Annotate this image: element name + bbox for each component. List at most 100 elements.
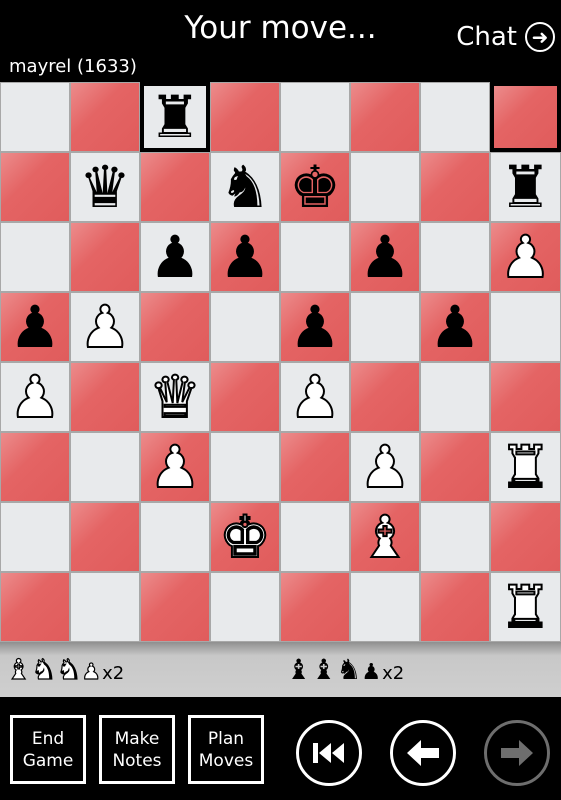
square-h4[interactable] xyxy=(490,362,561,432)
square-d1[interactable] xyxy=(210,572,280,642)
square-c4[interactable]: ♛ xyxy=(140,362,210,432)
rewind-to-start-icon xyxy=(313,743,344,763)
white-queen-icon[interactable]: ♛ xyxy=(148,367,202,427)
chess-board[interactable]: ♜ ♛ ♞ ♚ ♜ ♟ ♟ ♟ ♟ ♟ ♟ ♟ ♟ ♟ ♛ ♟ ♟ ♟ ♜ ♚ ♝ ♜ xyxy=(0,82,561,642)
square-f6[interactable]: ♟ xyxy=(350,222,420,292)
square-h3[interactable]: ♜ xyxy=(490,432,561,502)
white-pawn-icon[interactable]: ♟ xyxy=(358,437,412,497)
square-a1[interactable] xyxy=(0,572,70,642)
square-b6[interactable] xyxy=(70,222,140,292)
square-h8[interactable] xyxy=(490,82,561,152)
square-a8[interactable] xyxy=(0,82,70,152)
square-a2[interactable] xyxy=(0,502,70,572)
square-f2[interactable]: ♝ xyxy=(350,502,420,572)
white-pawn-icon[interactable]: ♟ xyxy=(148,437,202,497)
black-pawn-icon[interactable]: ♟ xyxy=(149,228,201,286)
square-e5[interactable]: ♟ xyxy=(280,292,350,362)
square-g6[interactable] xyxy=(420,222,490,292)
square-e1[interactable] xyxy=(280,572,350,642)
square-g8[interactable] xyxy=(420,82,490,152)
square-f8[interactable] xyxy=(350,82,420,152)
square-a7[interactable] xyxy=(0,152,70,222)
square-e6[interactable] xyxy=(280,222,350,292)
square-d8[interactable] xyxy=(210,82,280,152)
square-h6[interactable]: ♟ xyxy=(490,222,561,292)
square-b4[interactable] xyxy=(70,362,140,432)
square-f1[interactable] xyxy=(350,572,420,642)
square-c7[interactable] xyxy=(140,152,210,222)
black-pawn-icon[interactable]: ♟ xyxy=(9,298,61,356)
black-pawn-icon[interactable]: ♟ xyxy=(289,298,341,356)
square-e4[interactable]: ♟ xyxy=(280,362,350,432)
square-g5[interactable]: ♟ xyxy=(420,292,490,362)
white-pawn-icon[interactable]: ♟ xyxy=(499,227,553,287)
captured-white-knight-icon: ♞ xyxy=(56,653,82,686)
black-rook-icon[interactable]: ♜ xyxy=(149,88,201,146)
first-move-button[interactable] xyxy=(296,720,362,786)
square-e2[interactable] xyxy=(280,502,350,572)
white-rook-icon[interactable]: ♜ xyxy=(499,437,553,497)
square-b2[interactable] xyxy=(70,502,140,572)
end-game-button[interactable]: End Game xyxy=(10,715,86,784)
square-d3[interactable] xyxy=(210,432,280,502)
black-rook-icon[interactable]: ♜ xyxy=(500,158,552,216)
square-d6[interactable]: ♟ xyxy=(210,222,280,292)
black-pawn-icon[interactable]: ♟ xyxy=(219,228,271,286)
white-pawn-icon[interactable]: ♟ xyxy=(78,297,132,357)
square-b1[interactable] xyxy=(70,572,140,642)
square-e8[interactable] xyxy=(280,82,350,152)
square-d5[interactable] xyxy=(210,292,280,362)
square-b5[interactable]: ♟ xyxy=(70,292,140,362)
chat-button[interactable]: Chat ➜ xyxy=(456,22,555,52)
square-b3[interactable] xyxy=(70,432,140,502)
square-c5[interactable] xyxy=(140,292,210,362)
make-notes-button[interactable]: Make Notes xyxy=(99,715,175,784)
square-c1[interactable] xyxy=(140,572,210,642)
white-pawn-icon[interactable]: ♟ xyxy=(8,367,62,427)
previous-move-button[interactable] xyxy=(390,720,456,786)
square-h7[interactable]: ♜ xyxy=(490,152,561,222)
black-knight-icon[interactable]: ♞ xyxy=(219,158,271,216)
square-h5[interactable] xyxy=(490,292,561,362)
black-king-icon[interactable]: ♚ xyxy=(289,158,341,216)
square-a4[interactable]: ♟ xyxy=(0,362,70,432)
square-e3[interactable] xyxy=(280,432,350,502)
captured-black-pawn-icon: ♟ xyxy=(361,660,382,685)
square-a3[interactable] xyxy=(0,432,70,502)
next-move-button[interactable] xyxy=(484,720,550,786)
square-c8[interactable]: ♜ xyxy=(140,82,210,152)
white-rook-icon[interactable]: ♜ xyxy=(499,577,553,637)
plan-moves-button[interactable]: Plan Moves xyxy=(188,715,264,784)
square-d4[interactable] xyxy=(210,362,280,432)
square-g3[interactable] xyxy=(420,432,490,502)
square-h1[interactable]: ♜ xyxy=(490,572,561,642)
square-g7[interactable] xyxy=(420,152,490,222)
captured-pawn-count: x2 xyxy=(382,663,405,684)
square-f4[interactable] xyxy=(350,362,420,432)
square-f3[interactable]: ♟ xyxy=(350,432,420,502)
end-game-label-line1: End xyxy=(31,728,65,749)
square-b8[interactable] xyxy=(70,82,140,152)
square-g1[interactable] xyxy=(420,572,490,642)
square-c3[interactable]: ♟ xyxy=(140,432,210,502)
square-g2[interactable] xyxy=(420,502,490,572)
square-f5[interactable] xyxy=(350,292,420,362)
square-b7[interactable]: ♛ xyxy=(70,152,140,222)
square-d7[interactable]: ♞ xyxy=(210,152,280,222)
white-king-icon[interactable]: ♚ xyxy=(218,507,272,567)
black-queen-icon[interactable]: ♛ xyxy=(79,158,131,216)
square-a5[interactable]: ♟ xyxy=(0,292,70,362)
square-e7[interactable]: ♚ xyxy=(280,152,350,222)
square-c2[interactable] xyxy=(140,502,210,572)
square-c6[interactable]: ♟ xyxy=(140,222,210,292)
white-bishop-icon[interactable]: ♝ xyxy=(358,507,412,567)
white-pawn-icon[interactable]: ♟ xyxy=(288,367,342,427)
square-a6[interactable] xyxy=(0,222,70,292)
captured-black-bishop-icon: ♝ xyxy=(311,653,337,686)
square-d2[interactable]: ♚ xyxy=(210,502,280,572)
black-pawn-icon[interactable]: ♟ xyxy=(429,298,481,356)
square-h2[interactable] xyxy=(490,502,561,572)
square-f7[interactable] xyxy=(350,152,420,222)
black-pawn-icon[interactable]: ♟ xyxy=(359,228,411,286)
square-g4[interactable] xyxy=(420,362,490,432)
